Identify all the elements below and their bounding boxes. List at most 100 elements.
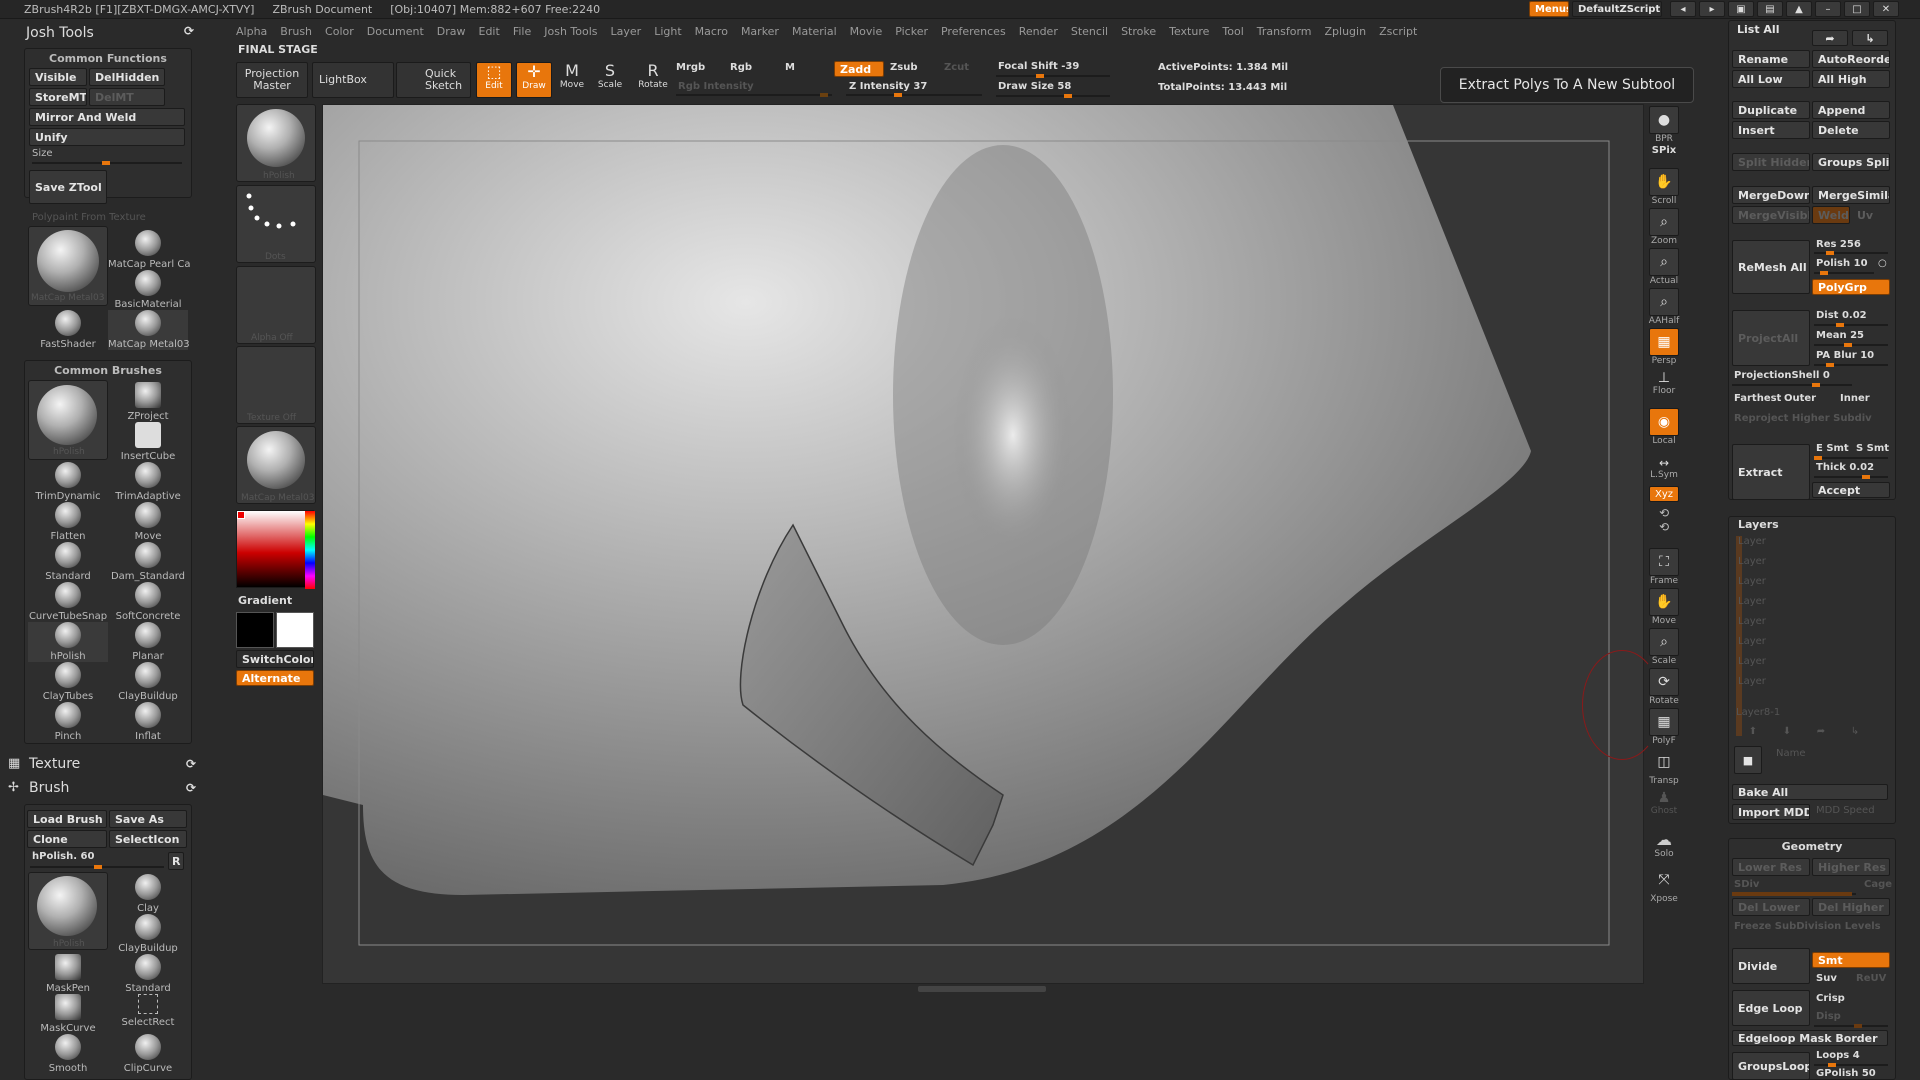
menu-transform[interactable]: Transform (1257, 25, 1312, 38)
josh-tools-header[interactable]: Josh Tools ⟳ (24, 22, 194, 46)
texture-header[interactable]: Texture (29, 756, 80, 772)
groups-split-button[interactable]: Groups Split (1812, 153, 1890, 171)
layer-row[interactable]: Layer (1738, 636, 1873, 647)
spix-control[interactable]: SPix (1647, 145, 1681, 156)
edit-button[interactable]: ⬚ Edit (476, 62, 512, 98)
nav-right-icon[interactable]: ▸ (1699, 1, 1725, 17)
split-hidden-button[interactable]: Split Hidden (1732, 153, 1810, 171)
brush-pinch[interactable]: Pinch (28, 702, 108, 742)
menu-light[interactable]: Light (654, 25, 681, 38)
close-icon[interactable]: ✕ (1873, 1, 1899, 17)
visible-button[interactable]: Visible (29, 68, 87, 86)
canvas-scroll-handle[interactable] (918, 986, 1046, 992)
layer-back-icon[interactable]: ↳ (1840, 726, 1870, 782)
reset-r-button[interactable]: R (168, 852, 184, 870)
menu-preferences[interactable]: Preferences (941, 25, 1006, 38)
lower-res-button[interactable]: Lower Res (1732, 858, 1810, 876)
local-button[interactable]: ◉ Local (1647, 408, 1681, 446)
storemt-button[interactable]: StoreMT (29, 88, 87, 106)
brush-dam-standard[interactable]: Dam_Standard (108, 542, 188, 582)
list-all-button[interactable]: List All (1732, 20, 1810, 38)
save-as-button[interactable]: Save As (109, 810, 187, 828)
save-ztool-button[interactable]: Save ZTool (29, 170, 107, 204)
size-slider[interactable] (32, 161, 182, 165)
m-button[interactable]: M (785, 62, 795, 73)
projection-shell-slider[interactable] (1732, 383, 1852, 387)
nav-left-icon[interactable]: ◂ (1670, 1, 1696, 17)
mrgb-button[interactable]: Mrgb (676, 62, 705, 73)
focal-shift-slider[interactable] (996, 74, 1110, 78)
edgeloop-mask-border-button[interactable]: Edgeloop Mask Border (1732, 1030, 1888, 1046)
thick-slider[interactable] (1814, 475, 1888, 479)
bake-all-button[interactable]: Bake All (1732, 784, 1888, 800)
lightbox-button[interactable]: LightBox (312, 62, 394, 98)
brush-hpolish-main[interactable]: hPolish (28, 380, 108, 460)
color-picker[interactable] (236, 510, 315, 589)
lock-icon[interactable]: ▲ (1786, 1, 1812, 17)
sdiv-slider[interactable] (1732, 892, 1856, 896)
solo-button[interactable]: ☁ Solo (1647, 830, 1681, 859)
brush-insertcube[interactable]: InsertCube (108, 422, 188, 462)
menus-button[interactable]: Menus (1529, 1, 1569, 17)
groupsloops-button[interactable]: GroupsLoops (1732, 1052, 1810, 1080)
smt-button[interactable]: Smt (1812, 952, 1890, 968)
shelf-brush-tile[interactable]: hPolish (236, 104, 316, 182)
insert-button[interactable]: Insert (1732, 121, 1810, 139)
brush-refresh-icon[interactable]: ⟳ (186, 781, 196, 795)
brush-standard[interactable]: Standard (28, 542, 108, 582)
xyz-button[interactable]: Xyz (1647, 486, 1681, 502)
outer-button[interactable]: Outer (1784, 393, 1816, 404)
zscript-button[interactable]: DefaultZScript (1572, 1, 1662, 17)
scroll-button[interactable]: ✋ Scroll (1647, 168, 1681, 206)
brush-claybuildup[interactable]: ClayBuildup (108, 662, 188, 702)
xpose-button[interactable]: ⤧ Xpose (1647, 866, 1681, 904)
divide-button[interactable]: Divide (1732, 948, 1810, 984)
ghost-button[interactable]: ♟ Ghost (1647, 790, 1681, 816)
menu-draw[interactable]: Draw (437, 25, 466, 38)
unify-button[interactable]: Unify (29, 128, 185, 146)
layer-row[interactable]: Layer (1738, 536, 1873, 547)
brush2-maskcurve[interactable]: MaskCurve (28, 994, 108, 1034)
all-low-button[interactable]: All Low (1732, 70, 1810, 88)
rgb-button[interactable]: Rgb (730, 62, 752, 73)
delete-button[interactable]: Delete (1812, 121, 1890, 139)
edge-loop-button[interactable]: Edge Loop (1732, 990, 1810, 1026)
suv-button[interactable]: Suv (1816, 973, 1837, 984)
menu-stencil[interactable]: Stencil (1071, 25, 1108, 38)
polygrp-button[interactable]: PolyGrp (1812, 279, 1890, 295)
z-intensity-slider[interactable] (846, 93, 982, 97)
remesh-all-button[interactable]: ReMesh All (1732, 240, 1810, 294)
projection-master-button[interactable]: Projection Master (236, 62, 308, 98)
brush-inflat[interactable]: Inflat (108, 702, 188, 742)
all-high-button[interactable]: All High (1812, 70, 1890, 88)
brush-claytubes[interactable]: ClayTubes (28, 662, 108, 702)
inner-button[interactable]: Inner (1840, 393, 1870, 404)
brush-hpolish[interactable]: hPolish (28, 622, 108, 662)
move-button[interactable]: M Move (556, 62, 588, 98)
mergesimilar-button[interactable]: MergeSimilar (1812, 186, 1890, 204)
delhidden-button[interactable]: DelHidden (89, 68, 165, 86)
res-slider[interactable] (1814, 251, 1888, 255)
reproject-button[interactable]: Reproject Higher Subdiv (1734, 413, 1872, 424)
menu-color[interactable]: Color (325, 25, 354, 38)
cage-button[interactable]: Cage (1864, 879, 1892, 890)
freeze-subdiv-button[interactable]: Freeze SubDivision Levels (1734, 921, 1881, 932)
crisp-button[interactable]: Crisp (1816, 993, 1845, 1004)
material-basic-tile[interactable]: BasicMaterial (108, 270, 188, 310)
layer-row[interactable]: Layer (1738, 676, 1873, 687)
higher-res-button[interactable]: Higher Res (1812, 858, 1890, 876)
autoreorder-button[interactable]: AutoReorder (1812, 50, 1890, 68)
polish-toggle-icon[interactable]: ○ (1878, 258, 1887, 269)
transp-button[interactable]: ◫ Transp (1647, 748, 1681, 786)
scale-view-button[interactable]: ⌕ Scale (1647, 628, 1681, 666)
accept-button[interactable]: Accept (1812, 482, 1890, 498)
bpr-button[interactable]: ● BPR (1647, 106, 1681, 144)
brush2-claybuildup[interactable]: ClayBuildup (108, 914, 188, 954)
minimize-icon[interactable]: – (1815, 1, 1841, 17)
brush-flatten[interactable]: Flatten (28, 502, 108, 542)
menu-render[interactable]: Render (1019, 25, 1058, 38)
del-higher-button[interactable]: Del Higher (1812, 898, 1890, 916)
brush-curvetubesnap[interactable]: CurveTubeSnap (28, 582, 108, 622)
mean-slider[interactable] (1814, 343, 1888, 347)
rotate-button[interactable]: R Rotate (636, 62, 670, 98)
